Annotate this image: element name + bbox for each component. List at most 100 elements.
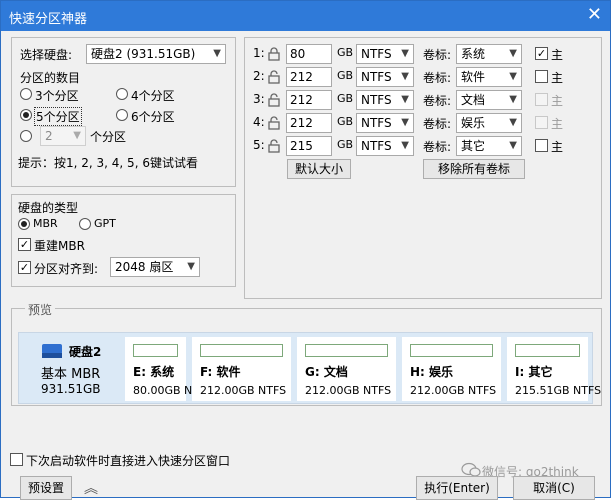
partition-size-input[interactable]: 212 bbox=[286, 67, 332, 87]
partition-usage-bar bbox=[305, 344, 388, 357]
disk-icon bbox=[42, 344, 62, 358]
double-chevron-up-icon[interactable]: ︽ bbox=[84, 478, 98, 498]
filesystem-select[interactable]: NTFS ▼ bbox=[356, 67, 414, 87]
volume-label-value: 其它 bbox=[461, 139, 486, 153]
filesystem-value: NTFS bbox=[361, 70, 392, 84]
volume-label-value: 软件 bbox=[461, 70, 486, 84]
partition-count-label: 分区的数目 bbox=[20, 71, 81, 85]
volume-label-value: 系统 bbox=[461, 47, 486, 61]
primary-checkbox[interactable] bbox=[535, 139, 548, 152]
primary-checkbox[interactable] bbox=[535, 70, 548, 83]
chevron-down-icon: ▼ bbox=[509, 94, 517, 105]
volume-label-select[interactable]: 软件 ▼ bbox=[456, 67, 522, 87]
unlock-icon[interactable] bbox=[267, 70, 281, 84]
chevron-down-icon: ▼ bbox=[73, 130, 81, 141]
chevron-down-icon: ▼ bbox=[401, 140, 409, 151]
filesystem-select[interactable]: NTFS ▼ bbox=[356, 136, 414, 156]
partition-usage-bar bbox=[515, 344, 580, 357]
rebuild-mbr-label: 重建MBR bbox=[34, 239, 85, 253]
disk-select[interactable]: 硬盘2 (931.51GB) ▼ bbox=[86, 44, 226, 64]
radio-mbr[interactable] bbox=[18, 218, 30, 230]
execute-button[interactable]: 执行(Enter) bbox=[416, 476, 498, 500]
preview-partition-card[interactable]: E: 系统 80.00GB NTFS bbox=[125, 337, 212, 401]
align-label: 分区对齐到: bbox=[34, 262, 99, 276]
preview-partition-card[interactable]: H: 娱乐 212.00GB NTFS bbox=[402, 337, 501, 401]
partition-size-input[interactable]: 212 bbox=[286, 90, 332, 110]
preview-partition-card[interactable]: G: 文档 212.00GB NTFS bbox=[297, 337, 396, 401]
filesystem-select[interactable]: NTFS ▼ bbox=[356, 44, 414, 64]
preset-button[interactable]: 预设置 bbox=[20, 476, 72, 500]
radio-gpt[interactable] bbox=[79, 218, 91, 230]
custom-count-value: 2 bbox=[45, 129, 53, 143]
partition-size-unit: GB bbox=[337, 46, 354, 59]
cancel-button[interactable]: 取消(C) bbox=[513, 476, 595, 500]
preview-partition-card[interactable]: F: 软件 212.00GB NTFS bbox=[192, 337, 291, 401]
preview-partition-card[interactable]: I: 其它 215.51GB NTFS bbox=[507, 337, 601, 401]
volume-label-select[interactable]: 系统 ▼ bbox=[456, 44, 522, 64]
hint-text: 提示：按1, 2, 3, 4, 5, 6键试试看 bbox=[18, 156, 198, 170]
primary-label: 主 bbox=[551, 94, 564, 108]
title-bar[interactable]: 快速分区神器 ✕ bbox=[1, 1, 610, 31]
unlock-icon[interactable] bbox=[267, 93, 281, 107]
unlock-icon[interactable] bbox=[267, 116, 281, 130]
preview-partition-name: H: 娱乐 bbox=[410, 365, 454, 379]
radio-custom-partitions[interactable] bbox=[20, 130, 32, 142]
chevron-down-icon: ▼ bbox=[509, 140, 517, 151]
radio-5-label: 5个分区 bbox=[34, 107, 82, 126]
primary-checkbox[interactable] bbox=[535, 93, 548, 106]
startup-option-checkbox[interactable] bbox=[10, 453, 23, 466]
filesystem-select[interactable]: NTFS ▼ bbox=[356, 113, 414, 133]
align-select[interactable]: 2048 扇区 ▼ bbox=[110, 257, 200, 277]
preview-disk-size: 931.51GB bbox=[41, 382, 101, 396]
close-icon[interactable]: ✕ bbox=[587, 5, 602, 25]
primary-label: 主 bbox=[551, 71, 564, 85]
volume-label-caption: 卷标: bbox=[423, 140, 452, 154]
filesystem-value: NTFS bbox=[361, 139, 392, 153]
filesystem-value: NTFS bbox=[361, 47, 392, 61]
volume-label-select[interactable]: 娱乐 ▼ bbox=[456, 113, 522, 133]
partition-size-input[interactable]: 80 bbox=[286, 44, 332, 64]
preview-partition-size: 215.51GB NTFS bbox=[515, 384, 602, 397]
remove-all-labels-button[interactable]: 移除所有卷标 bbox=[423, 159, 525, 179]
filesystem-select[interactable]: NTFS ▼ bbox=[356, 90, 414, 110]
radio-5-partitions[interactable] bbox=[20, 109, 32, 121]
preview-partition-name: I: 其它 bbox=[515, 365, 553, 379]
partition-settings-group: 1: 80 GB NTFS ▼ 卷标: 系统 ▼ ✓ 主 2: 212 GB NTFS ▼ 卷标: 软件 ▼ 主 3:… bbox=[244, 37, 602, 299]
chevron-down-icon: ▼ bbox=[509, 117, 517, 128]
primary-checkbox[interactable] bbox=[535, 116, 548, 129]
chevron-down-icon: ▼ bbox=[187, 261, 195, 272]
radio-3-label: 3个分区 bbox=[35, 89, 79, 103]
default-size-button[interactable]: 默认大小 bbox=[287, 159, 351, 179]
disk-select-label: 选择硬盘: bbox=[20, 48, 73, 62]
rebuild-mbr-checkbox[interactable]: ✓ bbox=[18, 238, 31, 251]
chevron-down-icon: ▼ bbox=[401, 71, 409, 82]
partition-size-unit: GB bbox=[337, 115, 354, 128]
startup-option-label: 下次启动软件时直接进入快速分区窗口 bbox=[26, 454, 231, 468]
radio-4-label: 4个分区 bbox=[131, 89, 175, 103]
partition-size-input[interactable]: 212 bbox=[286, 113, 332, 133]
partition-index: 2: bbox=[253, 69, 265, 83]
volume-label-select[interactable]: 文档 ▼ bbox=[456, 90, 522, 110]
radio-4-partitions[interactable] bbox=[116, 88, 128, 100]
radio-6-partitions[interactable] bbox=[116, 109, 128, 121]
preview-partition-name: E: 系统 bbox=[133, 365, 175, 379]
volume-label-caption: 卷标: bbox=[423, 94, 452, 108]
preview-partition-size: 212.00GB NTFS bbox=[200, 384, 287, 397]
primary-label: 主 bbox=[551, 48, 564, 62]
partition-index: 1: bbox=[253, 46, 265, 60]
partition-size-unit: GB bbox=[337, 92, 354, 105]
lock-icon[interactable] bbox=[267, 47, 281, 61]
preview-partition-name: G: 文档 bbox=[305, 365, 348, 379]
window-title: 快速分区神器 bbox=[9, 12, 88, 27]
partition-count-group: 选择硬盘: 硬盘2 (931.51GB) ▼ 分区的数目 3个分区 4个分区 5… bbox=[11, 37, 236, 187]
primary-checkbox[interactable]: ✓ bbox=[535, 47, 548, 60]
volume-label-select[interactable]: 其它 ▼ bbox=[456, 136, 522, 156]
align-checkbox[interactable]: ✓ bbox=[18, 261, 31, 274]
chevron-down-icon: ▼ bbox=[401, 117, 409, 128]
filesystem-value: NTFS bbox=[361, 116, 392, 130]
volume-label-caption: 卷标: bbox=[423, 71, 452, 85]
unlock-icon[interactable] bbox=[267, 139, 281, 153]
custom-count-select[interactable]: 2 ▼ bbox=[40, 126, 86, 146]
radio-3-partitions[interactable] bbox=[20, 88, 32, 100]
partition-size-input[interactable]: 215 bbox=[286, 136, 332, 156]
